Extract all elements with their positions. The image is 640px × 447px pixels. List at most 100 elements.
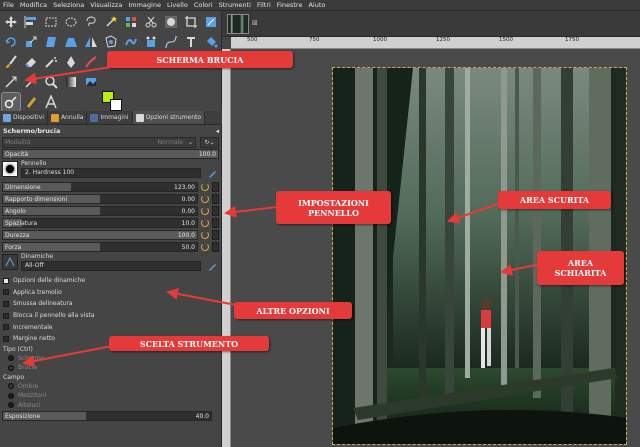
brush-selector: Pennello 2. Hardness 100	[2, 160, 220, 181]
menu-livello[interactable]: Livello	[167, 1, 188, 9]
ellipse-select-icon[interactable]	[62, 13, 80, 31]
brush-slider[interactable]: Rapporto dimensioni 0.00	[2, 194, 198, 204]
edit-brush-icon[interactable]	[208, 168, 218, 178]
tab-immagini[interactable]: Immagini	[87, 111, 133, 124]
reset-icon[interactable]	[201, 219, 209, 227]
tab-annulla[interactable]: Annulla	[48, 111, 88, 124]
move-tool-icon[interactable]	[2, 13, 20, 31]
reset-icon[interactable]	[201, 195, 209, 203]
brush-slider[interactable]: Dimensione 123.00	[2, 182, 198, 192]
brush-slider[interactable]: Angolo 0.00	[2, 206, 198, 216]
gradient-icon[interactable]	[62, 73, 80, 91]
mode-reset-button[interactable]: ↻⌄	[200, 137, 219, 148]
cage-transform-icon[interactable]	[102, 33, 120, 51]
menu-file[interactable]: File	[3, 1, 14, 9]
unified-transform-icon[interactable]	[202, 13, 220, 31]
checkbox[interactable]	[3, 324, 9, 331]
handle-transform-icon[interactable]	[142, 33, 160, 51]
checkbox[interactable]	[3, 289, 9, 296]
menu-aiuto[interactable]: Aiuto	[308, 1, 325, 9]
link-icon[interactable]	[212, 242, 219, 252]
option-checkbox[interactable]: Smussa delineatura	[0, 298, 222, 310]
rotate-icon[interactable]	[2, 33, 20, 51]
reset-icon[interactable]	[201, 183, 209, 191]
menu-strumenti[interactable]: Strumenti	[219, 1, 251, 9]
tab-dispositivi[interactable]: Dispositivi	[0, 111, 48, 124]
mypaint-brush-icon[interactable]	[82, 53, 100, 71]
option-checkbox[interactable]: Incrementale	[0, 321, 222, 333]
radio-brucia[interactable]: Brucia	[0, 363, 222, 373]
text-icon[interactable]	[182, 33, 200, 51]
dynamics-preview[interactable]	[2, 254, 18, 270]
rect-select-icon[interactable]	[42, 13, 60, 31]
link-icon[interactable]	[212, 206, 219, 216]
scale-icon[interactable]	[22, 33, 40, 51]
edit-dynamics-icon[interactable]	[208, 261, 218, 271]
align-tool-icon[interactable]	[22, 13, 40, 31]
tab-opzioni-strumento[interactable]: Opzioni strumento	[132, 111, 206, 124]
menu-immagine[interactable]: Immagine	[128, 1, 161, 9]
scissors-icon[interactable]	[142, 13, 160, 31]
brush-slider[interactable]: Forza 50.0	[2, 242, 198, 252]
dynamics-field[interactable]: All-Off	[21, 261, 201, 271]
opacity-slider[interactable]: Opacità 100.0	[2, 149, 219, 159]
lasso-icon[interactable]	[82, 13, 100, 31]
crop-icon[interactable]	[182, 13, 200, 31]
menu-visualizza[interactable]: Visualizza	[90, 1, 122, 9]
eraser-icon[interactable]	[22, 53, 40, 71]
radio-schermo[interactable]: Schermo	[0, 354, 222, 364]
link-icon[interactable]	[212, 194, 219, 204]
radio-ombre[interactable]: Ombre	[0, 382, 222, 392]
menu-colori[interactable]: Colori	[194, 1, 213, 9]
option-checkbox[interactable]: Opzioni delle dinamiche	[0, 275, 222, 287]
panel-menu-icon[interactable]: ◂	[216, 127, 219, 135]
slider-row: Durezza 100.0	[2, 230, 220, 241]
link-icon[interactable]	[212, 230, 219, 240]
image-icon[interactable]	[82, 73, 100, 91]
airbrush-icon[interactable]	[42, 53, 60, 71]
reset-icon[interactable]	[201, 243, 209, 251]
foreground-select-icon[interactable]	[162, 13, 180, 31]
radio-alteluci[interactable]: Alteluci	[0, 401, 222, 411]
radio-mezzitoni[interactable]: Mezzitoni	[0, 391, 222, 401]
image-thumbnail[interactable]	[227, 14, 249, 34]
paintbrush-icon[interactable]	[2, 53, 20, 71]
fuzzy-select-icon[interactable]	[102, 13, 120, 31]
font-icon[interactable]	[42, 93, 60, 111]
paths-icon[interactable]	[162, 33, 180, 51]
checkbox[interactable]	[3, 312, 9, 319]
brush-preview[interactable]	[2, 161, 18, 177]
background-color[interactable]	[110, 99, 122, 111]
option-checkbox[interactable]: Blocca il pennello alla vista	[0, 310, 222, 322]
checkbox[interactable]	[3, 300, 9, 307]
menu-finestre[interactable]: Finestre	[277, 1, 303, 9]
dodge-burn-active-icon[interactable]	[1, 92, 21, 112]
bucket-fill-icon[interactable]	[202, 33, 220, 51]
perspective-icon[interactable]	[62, 33, 80, 51]
color-picker-icon[interactable]	[22, 73, 40, 91]
zoom-icon[interactable]	[42, 73, 60, 91]
shear-icon[interactable]	[42, 33, 60, 51]
close-image-icon[interactable]: ⊠	[252, 20, 259, 27]
mode-select[interactable]: Modalità Normale ⌄	[2, 137, 196, 148]
measure-icon[interactable]	[2, 73, 20, 91]
reset-icon[interactable]	[201, 231, 209, 239]
checkbox[interactable]	[3, 335, 9, 342]
flip-icon[interactable]	[82, 33, 100, 51]
reset-icon[interactable]	[201, 207, 209, 215]
checkbox[interactable]	[3, 277, 9, 284]
menu-filtri[interactable]: Filtri	[257, 1, 271, 9]
link-icon[interactable]	[212, 218, 219, 228]
menu-seleziona[interactable]: Seleziona	[53, 1, 84, 9]
select-by-color-icon[interactable]	[122, 13, 140, 31]
brush-name-field[interactable]: 2. Hardness 100	[21, 168, 201, 178]
brush-slider[interactable]: Spaziatura 10.0	[2, 218, 198, 228]
ink-icon[interactable]	[62, 53, 80, 71]
warp-transform-icon[interactable]	[122, 33, 140, 51]
brush-slider[interactable]: Durezza 100.0	[2, 230, 198, 240]
link-icon[interactable]	[212, 182, 219, 192]
menu-modifica[interactable]: Modifica	[20, 1, 47, 9]
exposure-slider[interactable]: Esposizione 40.0	[2, 411, 212, 422]
pencil-icon[interactable]	[22, 93, 40, 111]
option-checkbox[interactable]: Applica tremolio	[0, 287, 222, 299]
